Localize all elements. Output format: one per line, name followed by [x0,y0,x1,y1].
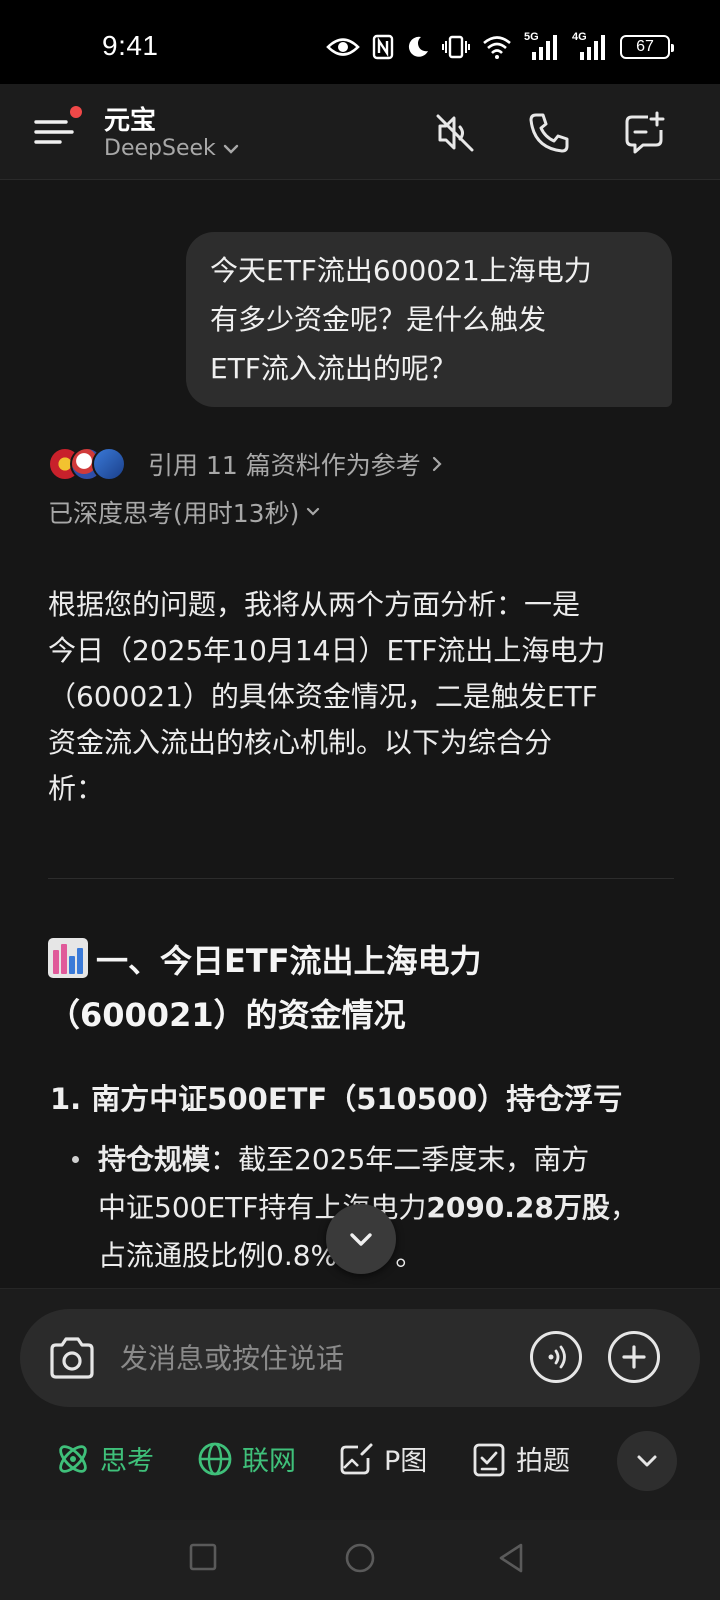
message-input-placeholder[interactable]: 发消息或按住说话 [120,1337,344,1377]
eye-icon [326,38,360,56]
wifi-icon [483,36,511,59]
tool-web-label: 联网 [242,1446,296,1477]
user-message-line: 有多少资金呢？是什么触发 [210,303,547,336]
references-text: 引用 11 篇资料作为参考 [148,451,421,480]
bullet-bold-value: 2090.28万股 [426,1191,610,1224]
bullet-text: ， [609,1191,638,1224]
reference-source-avatars [48,447,126,481]
vibrate-icon [442,35,470,59]
clipboard-check-icon [473,1443,505,1476]
bullet-dot [72,1156,79,1163]
bullet-text: 占流通股比例0.8% [98,1239,338,1272]
speaker-off-icon [436,114,474,152]
signal-4g: 4G [572,31,608,60]
tool-photo-question-label: 拍题 [516,1446,570,1477]
divider [48,878,674,879]
add-attachment-button[interactable] [608,1331,660,1383]
answer-line: 析： [48,772,105,805]
recents-button[interactable] [188,1542,218,1572]
image-edit-icon [340,1443,373,1474]
section-title-line: 一、今日ETF流出上海电力 [96,942,482,980]
bar-chart-icon [48,938,88,978]
phone-icon [529,113,569,153]
battery-level: 67 [636,38,654,55]
answer-line: 今日（2025年10月14日）ETF流出上海电力 [48,634,606,667]
tool-edit-image-label: P图 [384,1446,428,1477]
chevron-right-icon [432,456,442,472]
tool-web-button[interactable]: 联网 [196,1439,296,1478]
tool-bar: 思考 联网 P图 拍题 [0,1431,720,1491]
camera-icon [50,1337,94,1379]
system-nav-bar [0,1520,720,1600]
references-link[interactable]: 引用 11 篇资料作为参考 [48,446,443,482]
bullet-text: ：截至2025年二季度末，南方 [210,1143,590,1176]
model-name: DeepSeek [104,136,216,161]
nfc-icon [372,34,394,60]
composer-panel: 发消息或按住说话 思考 联网 P图 拍题 [0,1288,720,1520]
tool-photo-question-button[interactable]: 拍题 [470,1439,570,1478]
answer-line: 根据您的问题，我将从两个方面分析：一是 [48,588,581,621]
tool-think-button[interactable]: 思考 [54,1439,154,1478]
voice-call-button[interactable] [530,1331,582,1383]
user-message-line: 今天ETF流出600021上海电力 [210,254,592,287]
tool-think-label: 思考 [100,1446,154,1477]
chevron-down-icon [350,1233,372,1246]
source-logo [92,447,126,481]
back-button[interactable] [496,1542,526,1574]
deep-thought-text: 已深度思考(用时13秒) [48,499,300,528]
notification-dot [70,106,82,118]
new-chat-icon [625,111,665,154]
atom-icon [59,1444,87,1473]
deep-thought-toggle[interactable]: 已深度思考(用时13秒) [48,494,321,530]
new-chat-button[interactable] [620,108,670,158]
message-input-bar[interactable]: 发消息或按住说话 [20,1309,700,1407]
chevron-down-icon [307,507,320,516]
battery-icon: 67 [620,35,674,59]
globe-icon [198,1442,232,1475]
scroll-to-bottom-button[interactable] [326,1204,396,1274]
bullet-text: 。 [395,1239,424,1272]
chevron-down-icon [223,144,238,154]
bullet-label: 持仓规模 [98,1143,211,1176]
call-button[interactable] [524,108,574,158]
assistant-answer: 根据您的问题，我将从两个方面分析：一是 今日（2025年10月14日）ETF流出… [48,582,670,812]
app-header: 元宝 DeepSeek [0,84,720,180]
answer-line: （600021）的具体资金情况，二是触发ETF [48,680,598,713]
user-message-bubble[interactable]: 今天ETF流出600021上海电力 有多少资金呢？是什么触发 ETF流入流出的呢… [186,232,672,407]
answer-line: 资金流入流出的核心机制。以下为综合分 [48,726,553,759]
status-bar: 9:41 5G 4G 67 [0,0,720,84]
mute-voice-button[interactable] [430,108,480,158]
more-tools-button[interactable] [617,1431,677,1491]
plus-icon [622,1345,646,1369]
app-title: 元宝 [104,106,157,136]
tool-edit-image-button[interactable]: P图 [338,1439,427,1478]
subsection-title: 1. 南方中证500ETF（510500）持仓浮亏 [50,1082,623,1116]
status-icons: 5G 4G 67 [326,31,674,62]
model-selector[interactable]: DeepSeek [104,136,240,161]
user-message-line: ETF流入流出的呢？ [210,352,457,385]
section-title: 一、今日ETF流出上海电力 （600021）的资金情况 [48,934,670,1042]
signal-5g-label: 5G [524,31,539,43]
chevron-down-icon [637,1455,657,1467]
signal-4g-label: 4G [572,31,587,43]
section-title-line: （600021）的资金情况 [48,996,406,1034]
camera-button[interactable] [46,1333,98,1385]
signal-5g: 5G [524,31,560,60]
moon-icon [408,36,428,57]
status-time: 9:41 [102,30,159,61]
sound-wave-icon [548,1345,566,1369]
home-button[interactable] [344,1542,376,1574]
